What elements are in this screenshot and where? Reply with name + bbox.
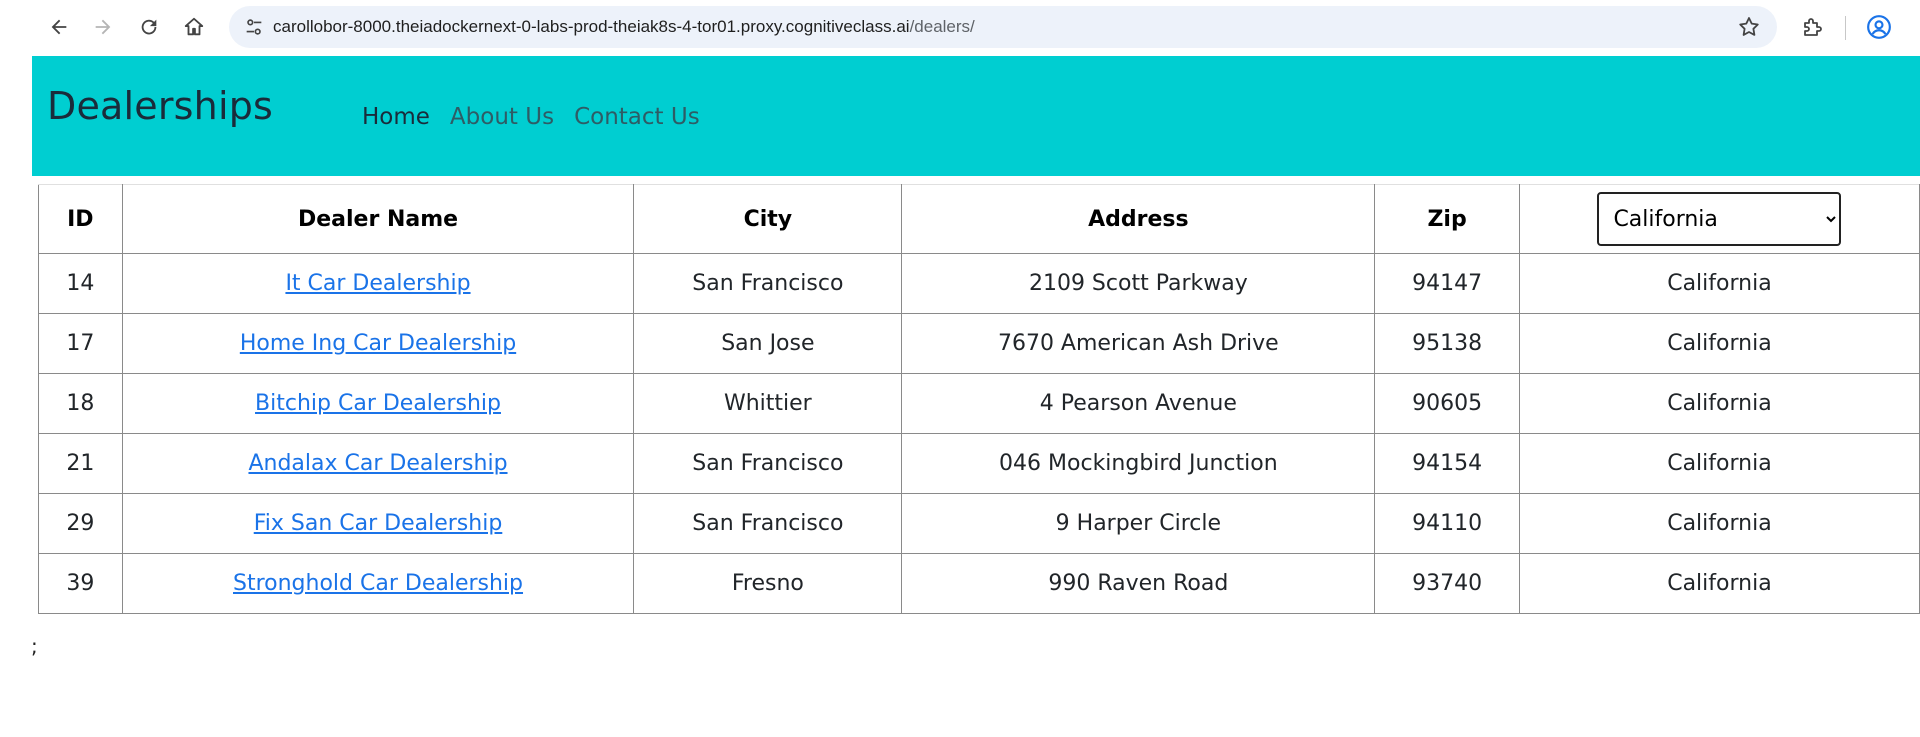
table-header-row: ID Dealer Name City Address Zip Californ… (38, 184, 1920, 254)
column-header-address: Address (901, 184, 1376, 254)
column-header-zip: Zip (1374, 184, 1520, 254)
dealer-state-cell: California (1518, 433, 1920, 494)
browser-toolbar: carollobor-8000.theiadockernext-0-labs-p… (0, 0, 1920, 56)
address-bar[interactable]: carollobor-8000.theiadockernext-0-labs-p… (229, 6, 1777, 48)
nav-about-link[interactable]: About Us (450, 104, 554, 130)
column-header-city: City (633, 184, 903, 254)
table-row: 39 Stronghold Car Dealership Fresno 990 … (38, 553, 1920, 614)
dealer-id-cell: 17 (38, 313, 123, 374)
reload-icon (141, 19, 157, 35)
table-row: 17 Home Ing Car Dealership San Jose 7670… (38, 313, 1920, 374)
table-row: 29 Fix San Car Dealership San Francisco … (38, 493, 1920, 554)
url-path: /dealers/ (909, 17, 975, 36)
dealer-address-cell: 9 Harper Circle (901, 493, 1376, 554)
dealer-address-cell: 990 Raven Road (901, 553, 1376, 614)
dealer-name-cell: Fix San Car Dealership (121, 493, 635, 554)
dealer-city-cell: San Francisco (633, 253, 903, 314)
dealer-name-link[interactable]: Home Ing Car Dealership (240, 331, 516, 356)
arrow-left-icon (51, 19, 67, 35)
table-row: 18 Bitchip Car Dealership Whittier 4 Pea… (38, 373, 1920, 434)
dealer-name-cell: Bitchip Car Dealership (121, 373, 635, 434)
dealer-address-cell: 046 Mockingbird Junction (901, 433, 1376, 494)
page-header: Dealerships Home About Us Contact Us (32, 56, 1920, 176)
reload-button[interactable] (132, 10, 166, 44)
trailing-text: ; (31, 634, 38, 658)
extensions-button[interactable] (1798, 12, 1828, 42)
arrow-right-icon (95, 19, 111, 35)
dealer-city-cell: San Francisco (633, 493, 903, 554)
dealer-city-cell: Fresno (633, 553, 903, 614)
dealer-zip-cell: 94147 (1374, 253, 1520, 314)
site-info-icon[interactable] (243, 16, 265, 38)
dealer-state-cell: California (1518, 493, 1920, 554)
dealer-name-cell: Stronghold Car Dealership (121, 553, 635, 614)
dealer-name-link[interactable]: Bitchip Car Dealership (255, 391, 501, 416)
dealer-id-cell: 14 (38, 253, 123, 314)
dealer-zip-cell: 95138 (1374, 313, 1520, 374)
nav-contact-link[interactable]: Contact Us (574, 104, 700, 130)
bookmark-star-icon[interactable] (1737, 15, 1761, 39)
home-button[interactable] (177, 10, 211, 44)
dealer-state-cell: California (1518, 313, 1920, 374)
dealer-state-cell: California (1518, 253, 1920, 314)
table-row: 14 It Car Dealership San Francisco 2109 … (38, 253, 1920, 314)
dealer-id-cell: 39 (38, 553, 123, 614)
url-host: carollobor-8000.theiadockernext-0-labs-p… (273, 17, 910, 36)
column-header-state: California (1518, 184, 1920, 254)
dealers-table: ID Dealer Name City Address Zip Californ… (38, 184, 1920, 614)
dealer-zip-cell: 93740 (1374, 553, 1520, 614)
dealer-city-cell: San Jose (633, 313, 903, 374)
dealer-id-cell: 18 (38, 373, 123, 434)
dealer-name-cell: Andalax Car Dealership (121, 433, 635, 494)
dealer-zip-cell: 94154 (1374, 433, 1520, 494)
dealer-city-cell: Whittier (633, 373, 903, 434)
dealer-city-cell: San Francisco (633, 433, 903, 494)
dealer-zip-cell: 94110 (1374, 493, 1520, 554)
profile-icon (1867, 15, 1891, 39)
dealer-name-cell: It Car Dealership (121, 253, 635, 314)
dealer-name-link[interactable]: Andalax Car Dealership (248, 451, 507, 476)
dealer-name-cell: Home Ing Car Dealership (121, 313, 635, 374)
nav-home-link[interactable]: Home (362, 104, 430, 130)
column-header-dealer-name: Dealer Name (121, 184, 635, 254)
dealer-address-cell: 7670 American Ash Drive (901, 313, 1376, 374)
url-text[interactable]: carollobor-8000.theiadockernext-0-labs-p… (273, 16, 975, 38)
forward-button[interactable] (86, 10, 120, 44)
dealer-state-cell: California (1518, 553, 1920, 614)
dealer-zip-cell: 90605 (1374, 373, 1520, 434)
state-filter-select[interactable]: California (1597, 192, 1842, 246)
back-button[interactable] (42, 10, 76, 44)
toolbar-divider (1845, 16, 1846, 40)
column-header-id: ID (38, 184, 123, 254)
dealer-id-cell: 21 (38, 433, 123, 494)
home-icon (184, 17, 204, 36)
dealer-id-cell: 29 (38, 493, 123, 554)
puzzle-icon (1804, 18, 1822, 36)
profile-button[interactable] (1864, 12, 1894, 42)
dealer-name-link[interactable]: Stronghold Car Dealership (233, 571, 523, 596)
dealer-name-link[interactable]: Fix San Car Dealership (254, 511, 503, 536)
dealer-address-cell: 2109 Scott Parkway (901, 253, 1376, 314)
table-row: 21 Andalax Car Dealership San Francisco … (38, 433, 1920, 494)
dealer-address-cell: 4 Pearson Avenue (901, 373, 1376, 434)
brand-title[interactable]: Dealerships (47, 84, 273, 128)
dealer-name-link[interactable]: It Car Dealership (285, 271, 470, 296)
dealer-state-cell: California (1518, 373, 1920, 434)
main-nav: Home About Us Contact Us (362, 104, 700, 130)
